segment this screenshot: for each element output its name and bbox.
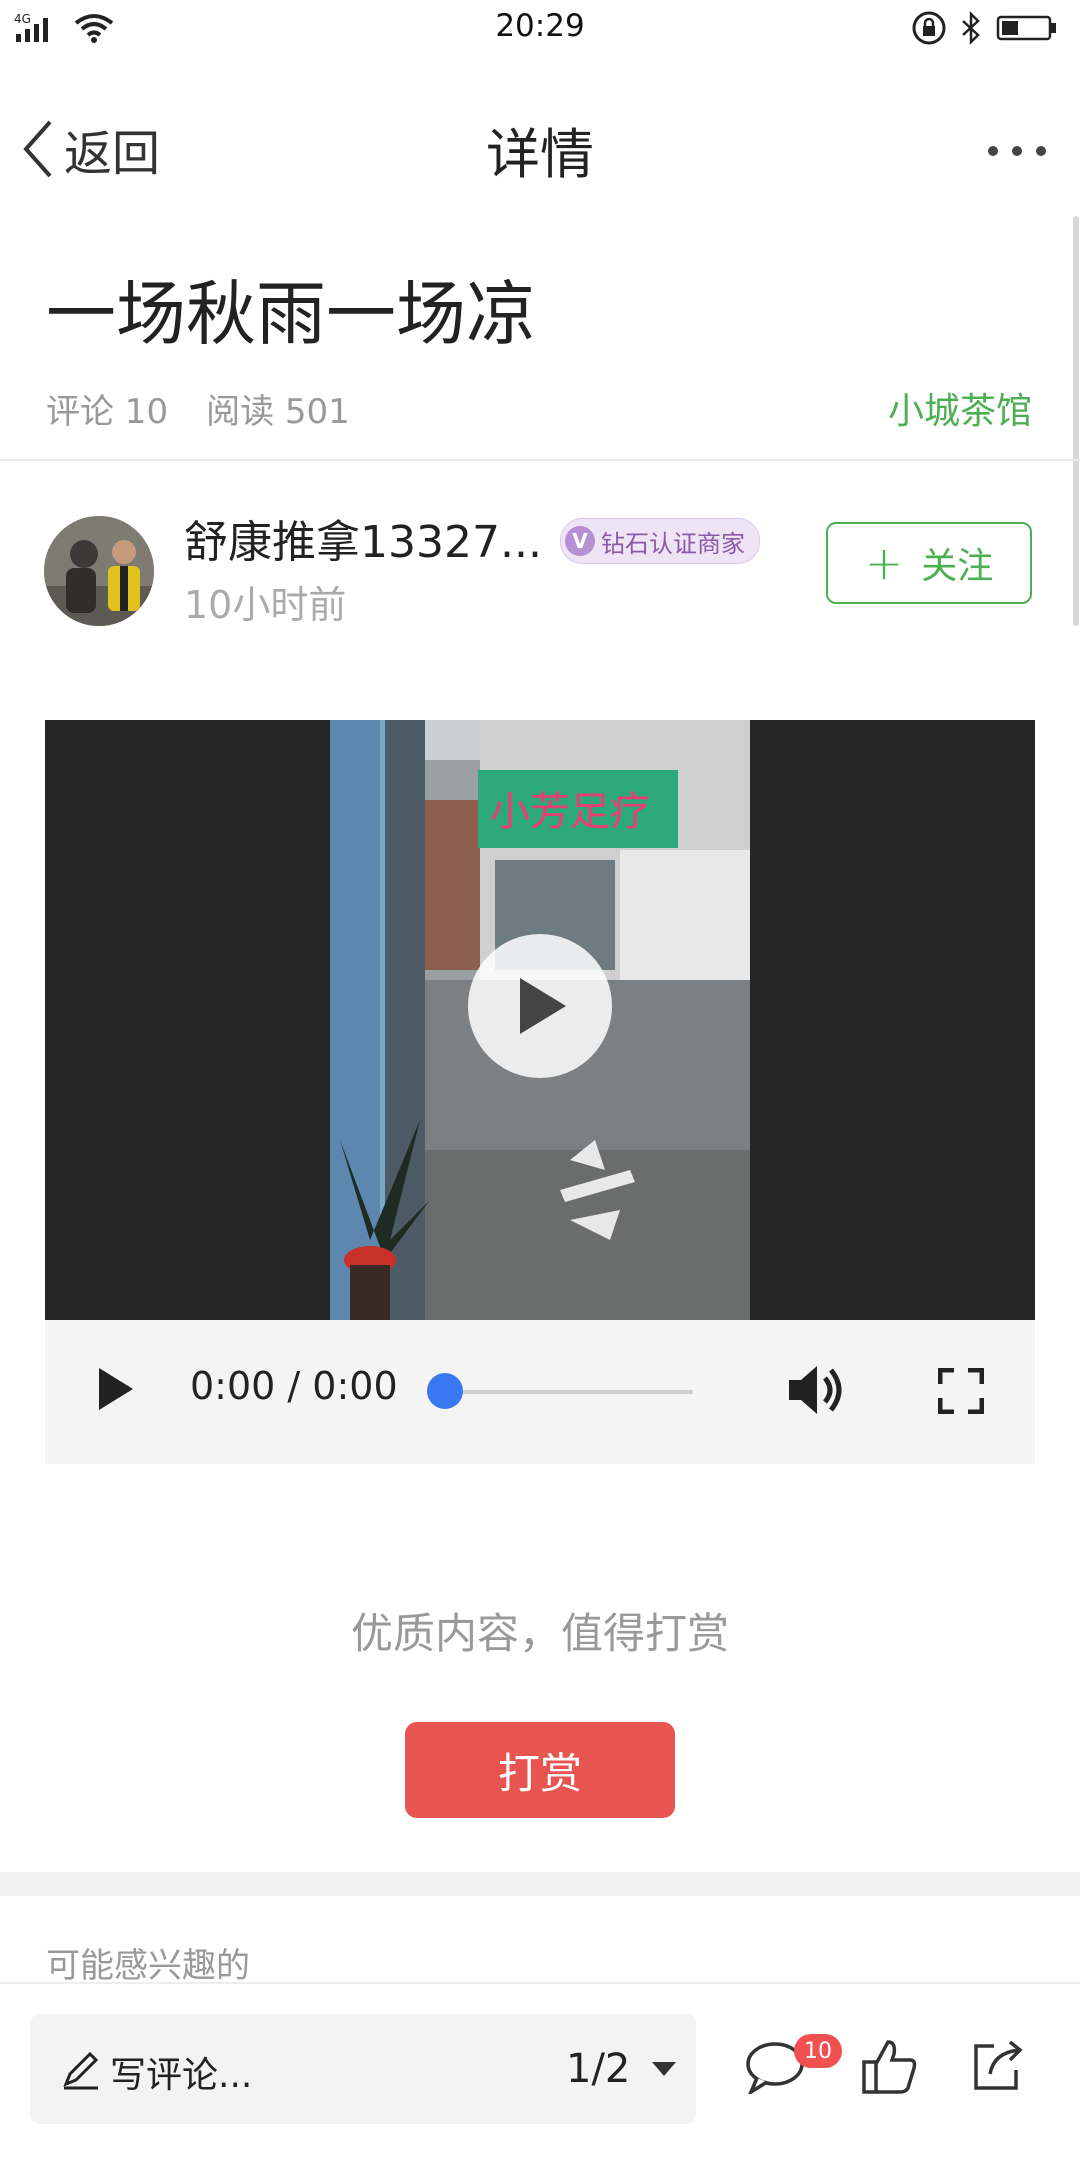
video-player[interactable]: 小芳足疗 bbox=[45, 720, 1035, 1320]
fullscreen-icon bbox=[937, 1367, 985, 1415]
nav-bar: 返回 详情 bbox=[0, 56, 1080, 232]
share-button[interactable] bbox=[968, 2038, 1024, 2098]
follow-label: 关注 bbox=[921, 546, 994, 587]
verified-icon: V bbox=[565, 526, 595, 556]
related-section-label: 可能感兴趣的 bbox=[46, 1946, 250, 1986]
video-play-button[interactable] bbox=[468, 934, 612, 1078]
avatar[interactable] bbox=[44, 516, 154, 626]
video-controls: 0:00 / 0:00 bbox=[45, 1320, 1035, 1464]
comment-count-label: 评论 10 bbox=[46, 392, 169, 432]
section-divider bbox=[0, 1872, 1080, 1896]
pencil-icon bbox=[63, 2051, 99, 2090]
comment-input[interactable]: 写评论... 1/2 bbox=[30, 2014, 696, 2124]
caret-down-icon[interactable] bbox=[650, 2060, 678, 2078]
progress-thumb[interactable] bbox=[427, 1373, 463, 1409]
avatar-image bbox=[44, 516, 154, 626]
like-button[interactable] bbox=[862, 2038, 918, 2100]
comment-placeholder: 写评论... bbox=[110, 2055, 253, 2096]
author-name[interactable]: 舒康推拿13327... bbox=[184, 506, 542, 570]
more-icon-dot bbox=[1012, 146, 1022, 156]
scrollbar[interactable] bbox=[1073, 216, 1079, 626]
read-count-label: 阅读 501 bbox=[206, 392, 350, 432]
more-icon-dot bbox=[1036, 146, 1046, 156]
battery-icon bbox=[996, 15, 1056, 41]
page-title: 详情 bbox=[486, 123, 594, 186]
shop-sign: 小芳足疗 bbox=[490, 789, 650, 835]
bluetooth-icon bbox=[962, 11, 980, 45]
bottom-bar: 写评论... 1/2 10 bbox=[0, 1982, 1080, 2162]
channel-link[interactable]: 小城茶馆 bbox=[888, 382, 1032, 434]
post-time: 10小时前 bbox=[184, 583, 347, 627]
comment-count-badge: 10 bbox=[794, 2034, 842, 2068]
fullscreen-button[interactable] bbox=[937, 1367, 985, 1418]
volume-button[interactable] bbox=[787, 1362, 847, 1422]
badge-label: 钻石认证商家 bbox=[601, 529, 745, 558]
article-meta: 评论 10 阅读 501 bbox=[46, 384, 350, 433]
divider bbox=[0, 459, 1080, 461]
status-bar: 4G 20:29 bbox=[0, 0, 1080, 56]
video-time: 0:00 / 0:00 bbox=[190, 1364, 398, 1408]
status-right bbox=[912, 10, 1058, 46]
more-button[interactable] bbox=[988, 136, 1046, 166]
reward-prompt: 优质内容，值得打赏 bbox=[350, 1609, 729, 1658]
follow-button[interactable]: + 关注 bbox=[826, 522, 1032, 604]
share-icon bbox=[974, 2040, 1023, 2090]
play-icon bbox=[520, 978, 566, 1034]
lock-icon bbox=[912, 11, 946, 45]
play-icon bbox=[99, 1368, 133, 1410]
progress-track[interactable] bbox=[445, 1390, 693, 1394]
volume-icon bbox=[789, 1366, 842, 1414]
like-icon bbox=[862, 2040, 917, 2094]
plus-icon: + bbox=[864, 536, 904, 590]
controls-play-button[interactable] bbox=[95, 1366, 135, 1416]
verified-badge: V 钻石认证商家 bbox=[560, 518, 760, 564]
article-title: 一场秋雨一场凉 bbox=[46, 273, 536, 355]
page-indicator[interactable]: 1/2 bbox=[566, 2046, 630, 2092]
reward-button[interactable]: 打赏 bbox=[405, 1722, 675, 1818]
more-icon bbox=[988, 146, 998, 156]
